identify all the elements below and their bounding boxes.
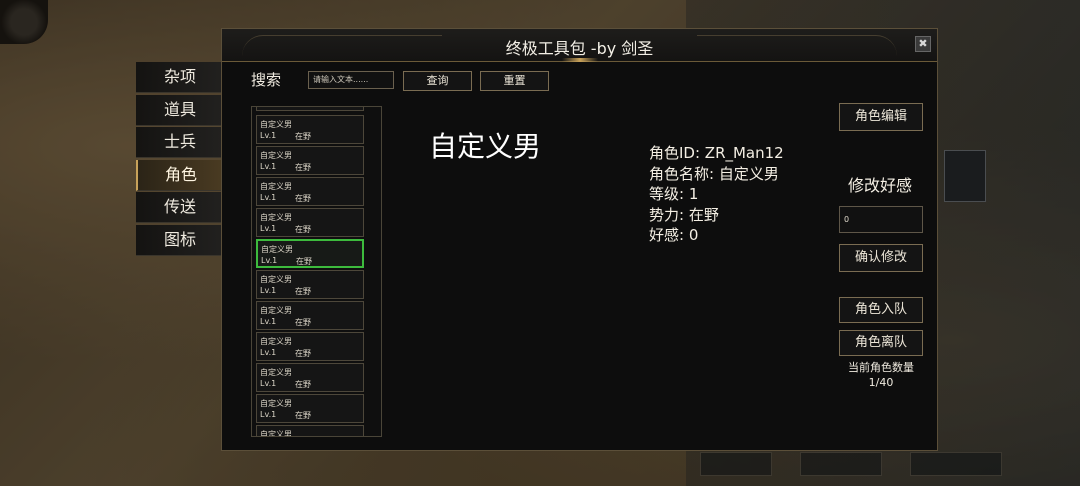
list-item-faction: 在野 xyxy=(295,411,311,420)
list-item-level: Lv.1 xyxy=(260,348,277,357)
background-bar xyxy=(800,452,882,476)
info-faction: 势力: 在野 xyxy=(649,205,719,224)
background-portrait xyxy=(944,150,986,202)
info-name: 角色名称: 自定义男 xyxy=(649,164,779,183)
list-item-name: 自定义男 xyxy=(260,337,292,346)
list-item-level: Lv.1 xyxy=(260,410,277,419)
list-item-level: Lv.1 xyxy=(260,379,277,388)
list-item-level: Lv.1 xyxy=(260,317,277,326)
join-party-button[interactable]: 角色入队 xyxy=(839,297,923,323)
list-item[interactable]: 自定义男 Lv.1 在野 xyxy=(256,394,364,423)
character-name-heading: 自定义男 xyxy=(429,130,542,163)
info-id: 角色ID: ZR_Man12 xyxy=(649,144,784,162)
list-item-name: 自定义男 xyxy=(260,430,292,437)
search-input[interactable]: 请输入文本...... xyxy=(308,71,394,89)
party-count-label: 当前角色数量 xyxy=(848,361,914,374)
list-item-name: 自定义男 xyxy=(261,245,293,254)
side-menu: 杂项 道具 士兵 角色 传送 图标 xyxy=(136,62,224,258)
side-item-soldiers[interactable]: 士兵 xyxy=(136,127,224,159)
list-item-name: 自定义男 xyxy=(260,120,292,129)
list-item[interactable]: 自定义男 Lv.1 在野 xyxy=(256,270,364,299)
list-item-name: 自定义男 xyxy=(260,306,292,315)
list-item-name: 自定义男 xyxy=(260,213,292,222)
background-bar xyxy=(910,452,1002,476)
list-item-name: 自定义男 xyxy=(260,275,292,284)
list-item[interactable]: 自定义男 Lv.1 在野 xyxy=(256,208,364,237)
list-item-faction: 在野 xyxy=(295,225,311,234)
list-item[interactable]: 自定义男 Lv.1 在野 xyxy=(256,115,364,144)
list-item-faction: 在野 xyxy=(296,257,312,266)
reset-button[interactable]: 重置 xyxy=(480,71,549,91)
list-item-faction: 在野 xyxy=(295,318,311,327)
character-info: 角色ID: ZR_Man12 角色名称: 自定义男 等级: 1 势力: 在野 好… xyxy=(649,143,784,246)
list-item-name: 自定义男 xyxy=(260,182,292,191)
query-button[interactable]: 查询 xyxy=(403,71,472,91)
list-item-faction: 在野 xyxy=(295,287,311,296)
leave-party-button[interactable]: 角色离队 xyxy=(839,330,923,356)
close-icon[interactable]: ✖ xyxy=(915,36,931,52)
list-item-name: 自定义男 xyxy=(260,368,292,377)
side-item-characters[interactable]: 角色 xyxy=(136,159,224,191)
list-item-faction: 在野 xyxy=(295,194,311,203)
side-item-misc[interactable]: 杂项 xyxy=(136,62,224,93)
list-item-faction: 在野 xyxy=(295,163,311,172)
side-item-icons[interactable]: 图标 xyxy=(136,224,224,256)
toolkit-window: 终极工具包 -by 剑圣 ✖ 搜索 请输入文本...... 查询 重置 自定义男… xyxy=(221,28,938,451)
background-bar xyxy=(700,452,772,476)
list-item-level: Lv.1 xyxy=(260,162,277,171)
side-item-teleport[interactable]: 传送 xyxy=(136,192,224,224)
list-item[interactable]: 自定义男 Lv.1 在野 xyxy=(256,332,364,361)
list-item-faction: 在野 xyxy=(295,132,311,141)
window-title: 终极工具包 -by 剑圣 xyxy=(505,39,654,58)
favor-title: 修改好感 xyxy=(848,176,913,195)
list-item-level: Lv.1 xyxy=(260,286,277,295)
edit-character-button[interactable]: 角色编辑 xyxy=(839,103,923,131)
search-label: 搜索 xyxy=(251,71,282,89)
confirm-favor-button[interactable]: 确认修改 xyxy=(839,244,923,272)
list-item-name: 自定义男 xyxy=(260,399,292,408)
info-favor: 好感: 0 xyxy=(649,226,699,244)
favor-input[interactable]: 0 xyxy=(839,206,923,233)
list-item-selected[interactable]: 自定义男 Lv.1 在野 xyxy=(256,239,364,268)
list-item[interactable]: 自定义男 xyxy=(256,425,364,437)
info-level: 等级: 1 xyxy=(649,185,699,203)
list-item[interactable]: 自定义男 Lv.1 在野 xyxy=(256,146,364,175)
title-accent xyxy=(562,58,598,62)
list-item[interactable]: 自定义男 Lv.1 在野 xyxy=(256,301,364,330)
party-count: 当前角色数量 1/40 xyxy=(827,360,935,390)
list-item-faction: 在野 xyxy=(295,380,311,389)
party-count-value: 1/40 xyxy=(868,376,894,389)
list-item-level: Lv.1 xyxy=(260,193,277,202)
list-item-level: Lv.1 xyxy=(261,256,278,265)
list-item-level: Lv.1 xyxy=(260,224,277,233)
list-item[interactable]: 自定义男 Lv.1 在野 xyxy=(256,177,364,206)
list-item-clipped xyxy=(256,107,364,111)
side-item-items[interactable]: 道具 xyxy=(136,94,224,126)
list-item-level: Lv.1 xyxy=(260,131,277,140)
character-list[interactable]: 自定义男 Lv.1 在野 自定义男 Lv.1 在野 自定义男 Lv.1 在野 自… xyxy=(251,106,382,437)
list-item-name: 自定义男 xyxy=(260,151,292,160)
list-item-faction: 在野 xyxy=(295,349,311,358)
list-item[interactable]: 自定义男 Lv.1 在野 xyxy=(256,363,364,392)
